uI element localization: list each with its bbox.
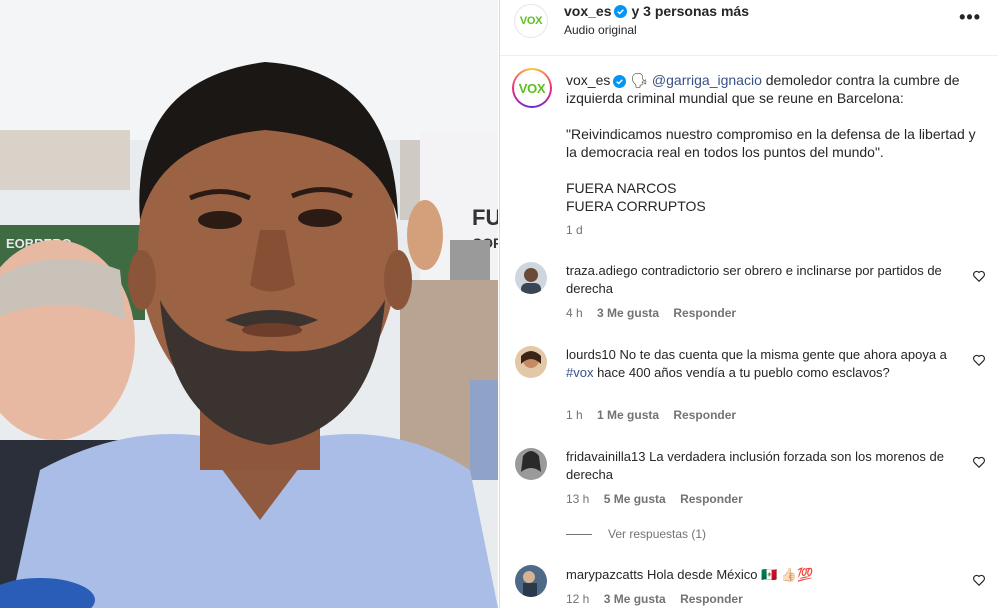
post-header: VOX vox_es y 3 personas más Audio origin…	[500, 0, 998, 56]
reply-button[interactable]: Responder	[680, 492, 743, 506]
like-heart-icon[interactable]	[972, 455, 986, 469]
view-replies-button[interactable]: Ver respuestas (1)	[566, 527, 706, 541]
post-media[interactable]: EOBRERO FU COR	[0, 0, 498, 608]
verified-badge-icon	[614, 4, 628, 18]
mention-link[interactable]: @garriga_ignacio	[652, 72, 762, 88]
like-heart-icon[interactable]	[972, 573, 986, 587]
comment-text: traza.adiego contradictorio ser obrero e…	[566, 262, 962, 298]
commenter-avatar[interactable]	[515, 262, 547, 294]
comment-username[interactable]: traza.adiego	[566, 263, 638, 278]
author-avatar[interactable]: VOX	[514, 4, 548, 38]
comment-meta: 12 h 3 Me gusta Responder	[566, 592, 754, 606]
post-photo: EOBRERO FU COR	[0, 0, 498, 608]
reply-button[interactable]: Responder	[673, 306, 736, 320]
audio-link[interactable]: Audio original	[564, 23, 637, 37]
coauthors-link[interactable]: y 3 personas más	[631, 3, 749, 19]
comment-text: fridavainilla13 La verdadera inclusión f…	[566, 448, 962, 484]
reply-button[interactable]: Responder	[680, 592, 743, 606]
commenter-avatar[interactable]	[515, 565, 547, 597]
author-username[interactable]: vox_es	[564, 3, 611, 19]
comment-meta: 4 h 3 Me gusta Responder	[566, 306, 747, 320]
caption-timestamp[interactable]: 1 d	[566, 223, 583, 237]
hashtag-link[interactable]: #vox	[566, 365, 593, 380]
like-heart-icon[interactable]	[972, 269, 986, 283]
comment-username[interactable]: lourds10	[566, 347, 616, 362]
like-heart-icon[interactable]	[972, 353, 986, 367]
more-options-icon[interactable]: •••	[959, 8, 981, 26]
caption-shout-2: FUERA CORRUPTOS	[566, 198, 706, 214]
comment-body-start: No te das cuenta que la misma gente que …	[619, 347, 947, 362]
verified-badge-icon	[613, 74, 627, 88]
caption-text: vox_es 🗣 @garriga_ignacio demoledor cont…	[566, 71, 976, 215]
comment-time[interactable]: 12 h	[566, 592, 589, 606]
comment-meta: 1 h 1 Me gusta Responder	[566, 408, 747, 422]
caption-shout-1: FUERA NARCOS	[566, 180, 677, 196]
caption-username[interactable]: vox_es	[566, 72, 610, 88]
comment-text: marypazcatts Hola desde México 🇲🇽 👍🏻💯	[566, 566, 962, 584]
vox-logo: VOX	[518, 80, 546, 96]
view-replies-label: Ver respuestas (1)	[608, 527, 707, 541]
comment-time[interactable]: 4 h	[566, 306, 583, 320]
comment-username[interactable]: fridavainilla13	[566, 449, 646, 464]
comment-likes[interactable]: 3 Me gusta	[604, 592, 666, 606]
caption-line1: demoledor contra la cumbre de izquierda …	[566, 72, 960, 106]
caption-quote: "Reivindicamos nuestro compromiso en la …	[566, 126, 976, 160]
comment-likes[interactable]: 5 Me gusta	[604, 492, 666, 506]
commenter-avatar[interactable]	[515, 346, 547, 378]
author-line: vox_es y 3 personas más	[564, 3, 749, 19]
commenter-avatar[interactable]	[515, 448, 547, 480]
comment-meta: 13 h 5 Me gusta Responder	[566, 492, 754, 506]
caption-avatar[interactable]: VOX	[512, 68, 552, 108]
speaking-head-emoji: 🗣	[630, 72, 649, 88]
comment-time[interactable]: 13 h	[566, 492, 589, 506]
comment-body: Hola desde México 🇲🇽 👍🏻💯	[646, 567, 814, 582]
comment-time[interactable]: 1 h	[566, 408, 583, 422]
comment-username[interactable]: marypazcatts	[566, 567, 643, 582]
replies-divider	[566, 533, 592, 535]
comment-likes[interactable]: 1 Me gusta	[597, 408, 659, 422]
post-side-panel: VOX vox_es y 3 personas más Audio origin…	[499, 0, 998, 608]
comment-body-end: hace 400 años vendía a tu pueblo como es…	[593, 365, 890, 380]
sign-text: FU	[472, 205, 498, 230]
comment-text: lourds10 No te das cuenta que la misma g…	[566, 346, 962, 382]
vox-logo: VOX	[519, 15, 543, 27]
comment-likes[interactable]: 3 Me gusta	[597, 306, 659, 320]
reply-button[interactable]: Responder	[673, 408, 736, 422]
